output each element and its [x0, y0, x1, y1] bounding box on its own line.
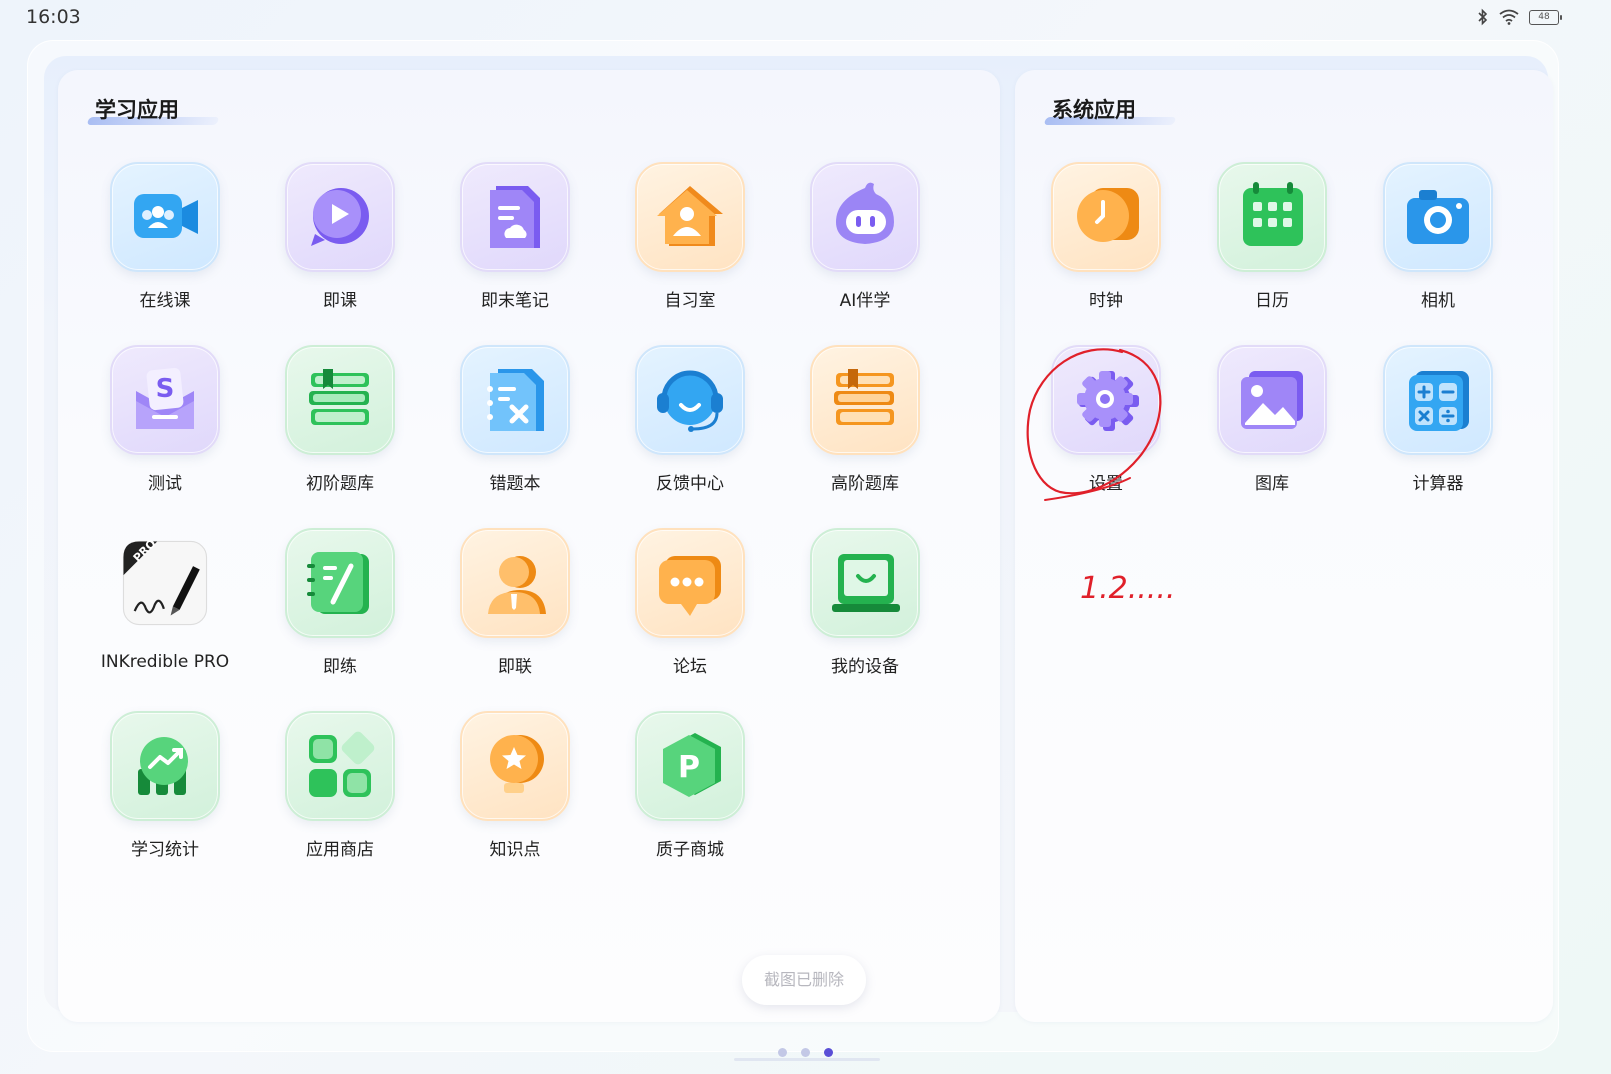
- app-label: 计算器: [1412, 474, 1464, 494]
- app-calculator[interactable]: 计算器: [1363, 345, 1513, 494]
- note-icon: [490, 186, 540, 248]
- app-label: 我的设备: [831, 657, 899, 677]
- calendar-icon: [1243, 182, 1303, 246]
- app-label: 知识点: [489, 840, 541, 860]
- battery-icon: 48: [1529, 9, 1562, 25]
- app-study-room[interactable]: 自习室: [615, 162, 765, 311]
- app-learning-statistics[interactable]: 学习统计: [90, 711, 240, 860]
- app-label: 图库: [1255, 474, 1289, 494]
- study-room-icon: [657, 186, 723, 246]
- gear-icon: [1077, 371, 1139, 431]
- app-label: 质子商城: [656, 840, 724, 860]
- app-label: 即末笔记: [481, 291, 549, 311]
- wrong-notebook-icon: [487, 369, 544, 431]
- app-settings[interactable]: 设置: [1031, 345, 1181, 494]
- pen-signature-icon: PRO: [122, 537, 208, 626]
- page-indicator[interactable]: [778, 1048, 833, 1057]
- app-contacts[interactable]: 即联: [440, 528, 590, 677]
- app-label: 自习室: [664, 291, 716, 311]
- app-notes[interactable]: 即末笔记: [440, 162, 590, 311]
- app-online-class[interactable]: 在线课: [90, 162, 240, 311]
- study-apps-panel: 学习应用 在线课 即课 即末笔记 自习室 AI伴学 S 测试 初阶题库 错题本 …: [58, 70, 1000, 1022]
- app-label: 即联: [498, 657, 532, 677]
- app-label: 设置: [1089, 474, 1123, 494]
- chat-bubble-icon: [659, 556, 721, 616]
- app-label: 论坛: [673, 657, 707, 677]
- system-apps-panel: 系统应用 时钟 日历 相机 设置 图库 计算器: [1015, 70, 1553, 1022]
- app-my-device[interactable]: 我的设备: [790, 528, 940, 677]
- app-label: 时钟: [1089, 291, 1123, 311]
- app-label: 初阶题库: [306, 474, 374, 494]
- svg-text:S: S: [156, 374, 175, 404]
- app-inkredible-pro[interactable]: PRO INKredible PRO: [90, 528, 240, 672]
- app-label: 错题本: [489, 474, 541, 494]
- calculator-icon: [1409, 371, 1469, 431]
- wifi-icon: [1499, 9, 1519, 25]
- page-indicator-track: [734, 1058, 880, 1061]
- books-green-icon: [309, 369, 369, 425]
- app-label: 学习统计: [131, 840, 199, 860]
- bluetooth-icon: [1478, 8, 1488, 26]
- app-label: 反馈中心: [656, 474, 724, 494]
- app-label: 即练: [323, 657, 357, 677]
- app-gallery[interactable]: 图库: [1197, 345, 1347, 494]
- play-icon: [311, 188, 369, 246]
- toast-message: 截图已删除: [742, 955, 866, 1005]
- test-envelope-icon: S: [136, 367, 194, 429]
- app-label: 在线课: [139, 291, 191, 311]
- study-panel-title: 学习应用: [95, 98, 179, 122]
- app-feedback-center[interactable]: 反馈中心: [615, 345, 765, 494]
- svg-text:P: P: [678, 750, 700, 785]
- gallery-icon: [1241, 371, 1303, 429]
- app-calendar[interactable]: 日历: [1197, 162, 1347, 311]
- practice-notebook-icon: [307, 552, 369, 614]
- device-icon: [832, 554, 900, 612]
- books-orange-icon: [834, 369, 894, 425]
- contact-person-icon: [488, 556, 546, 614]
- app-label: INKredible PRO: [100, 652, 230, 672]
- app-practice[interactable]: 即练: [265, 528, 415, 677]
- app-advanced-question-bank[interactable]: 高阶题库: [790, 345, 940, 494]
- status-time: 16:03: [26, 6, 81, 28]
- app-knowledge-points[interactable]: 知识点: [440, 711, 590, 860]
- app-app-store[interactable]: 应用商店: [265, 711, 415, 860]
- p-hexagon-icon: P: [663, 733, 721, 797]
- status-bar: 16:03 48: [0, 0, 1611, 34]
- app-basic-question-bank[interactable]: 初阶题库: [265, 345, 415, 494]
- app-wrong-answer-book[interactable]: 错题本: [440, 345, 590, 494]
- app-label: 即课: [323, 291, 357, 311]
- headset-icon: [657, 370, 723, 432]
- camera-icon: [1407, 190, 1469, 244]
- lightbulb-icon: [490, 735, 544, 793]
- app-label: 相机: [1421, 291, 1455, 311]
- page-dot[interactable]: [801, 1048, 810, 1057]
- app-label: AI伴学: [839, 291, 891, 311]
- app-label: 日历: [1255, 291, 1289, 311]
- app-label: 测试: [148, 474, 182, 494]
- app-clock[interactable]: 时钟: [1031, 162, 1181, 311]
- app-store-icon: [309, 731, 375, 797]
- app-label: 高阶题库: [831, 474, 899, 494]
- app-camera[interactable]: 相机: [1363, 162, 1513, 311]
- page-dot[interactable]: [778, 1048, 787, 1057]
- page-dot-active[interactable]: [824, 1048, 833, 1057]
- app-test[interactable]: S 测试: [90, 345, 240, 494]
- statistics-icon: [138, 737, 188, 795]
- app-ai-companion[interactable]: AI伴学: [790, 162, 940, 311]
- app-label: 应用商店: [306, 840, 374, 860]
- app-jike[interactable]: 即课: [265, 162, 415, 311]
- ai-mascot-icon: [836, 182, 894, 244]
- clock-icon: [1077, 188, 1139, 242]
- system-panel-title: 系统应用: [1052, 98, 1136, 122]
- app-forum[interactable]: 论坛: [615, 528, 765, 677]
- app-proton-mall[interactable]: P 质子商城: [615, 711, 765, 860]
- status-icons: 48: [1477, 8, 1562, 26]
- video-class-icon: [134, 194, 198, 238]
